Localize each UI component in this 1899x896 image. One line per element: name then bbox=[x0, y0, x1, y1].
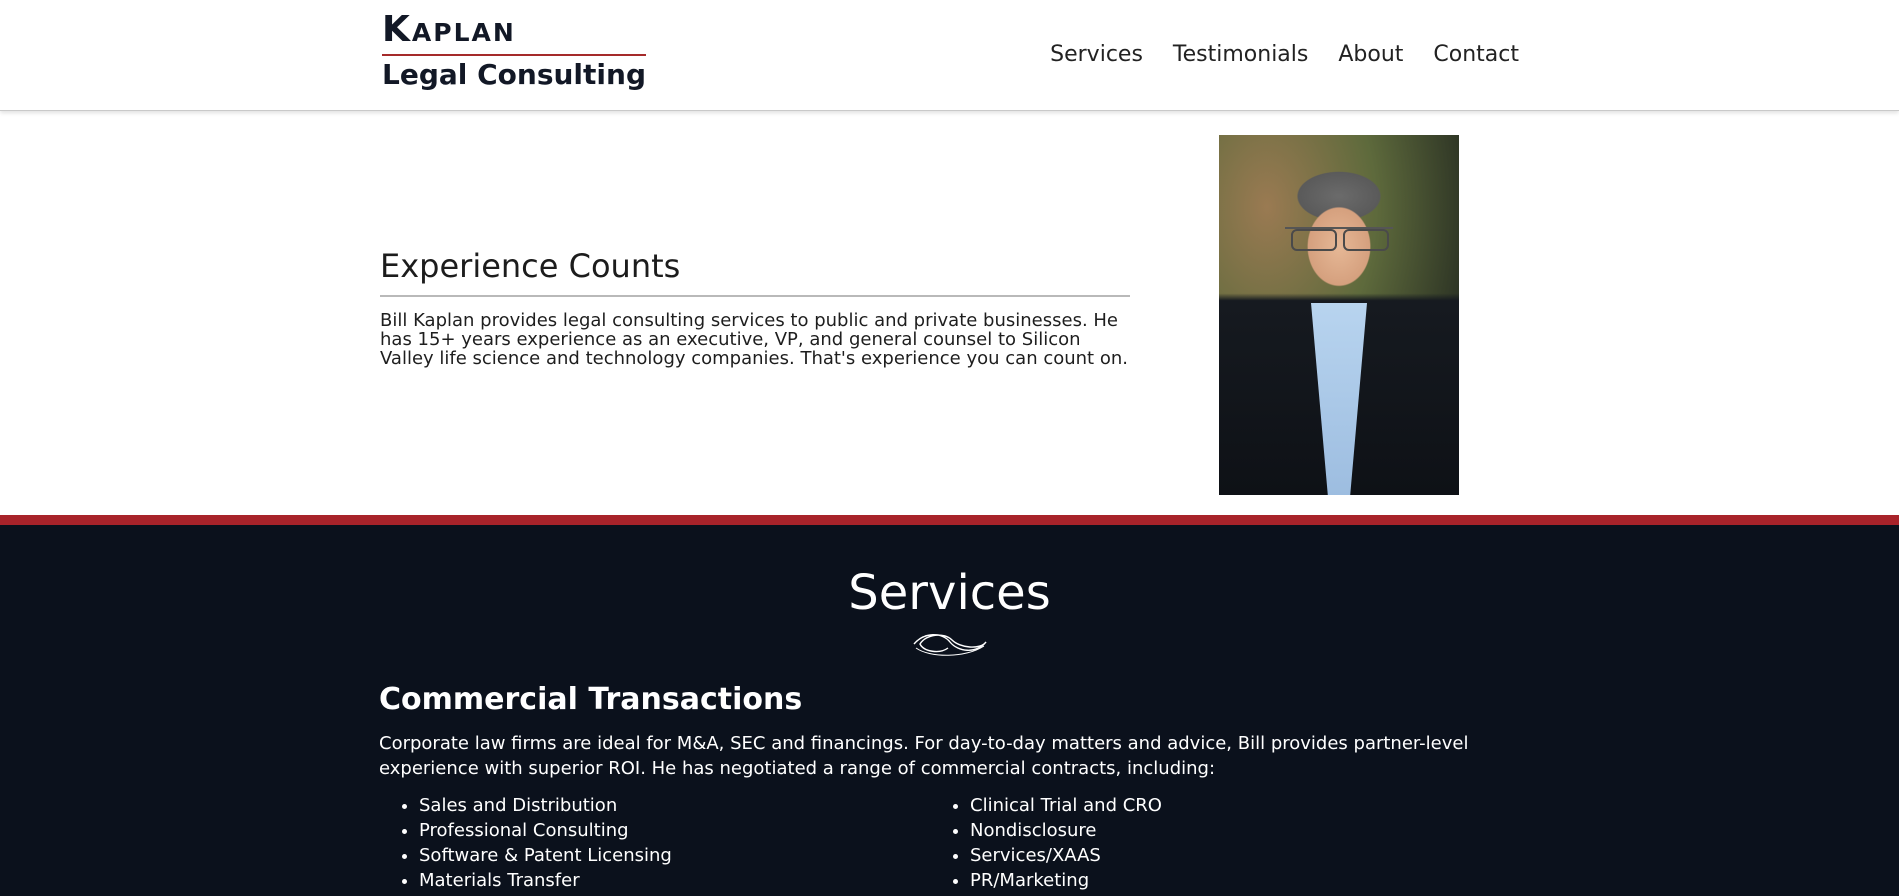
list-item: Clinical Trial and CRO bbox=[970, 793, 1162, 818]
nav-testimonials[interactable]: Testimonials bbox=[1173, 42, 1308, 67]
list-item: Software & Patent Licensing bbox=[419, 843, 672, 868]
portrait-shirt bbox=[1311, 303, 1367, 495]
nav-contact[interactable]: Contact bbox=[1433, 42, 1519, 67]
contracts-list-right: Clinical Trial and CRO Nondisclosure Ser… bbox=[930, 793, 1162, 893]
flourish-icon bbox=[913, 634, 987, 656]
main-nav: Services Testimonials About Contact bbox=[1020, 42, 1519, 67]
list-item: Services/XAAS bbox=[970, 843, 1162, 868]
portrait-photo bbox=[1219, 135, 1459, 495]
services-section: Services Commercial Transactions Corpora… bbox=[0, 525, 1899, 896]
nav-about[interactable]: About bbox=[1338, 42, 1403, 67]
list-item: Professional Consulting bbox=[419, 818, 672, 843]
hero-section: Experience Counts Bill Kaplan provides l… bbox=[0, 111, 1899, 515]
portrait-glasses bbox=[1285, 227, 1393, 251]
services-title: Services bbox=[848, 565, 1051, 621]
list-item: Sales and Distribution bbox=[419, 793, 672, 818]
accent-stripe bbox=[0, 515, 1899, 525]
list-item: Materials Transfer bbox=[419, 868, 672, 893]
contracts-list-left: Sales and Distribution Professional Cons… bbox=[379, 793, 672, 893]
list-item: PR/Marketing bbox=[970, 868, 1162, 893]
commercial-transactions-title: Commercial Transactions bbox=[379, 682, 803, 717]
hero-title: Experience Counts bbox=[380, 247, 1130, 297]
logo-wordmark: Kaplan bbox=[382, 9, 516, 50]
nav-services[interactable]: Services bbox=[1050, 42, 1143, 67]
glasses-lens-left bbox=[1291, 229, 1337, 251]
glasses-lens-right bbox=[1343, 229, 1389, 251]
list-item: Nondisclosure bbox=[970, 818, 1162, 843]
site-logo[interactable]: Kaplan Legal Consulting bbox=[382, 10, 648, 91]
hero-text: Experience Counts Bill Kaplan provides l… bbox=[380, 247, 1130, 368]
logo-divider bbox=[382, 54, 646, 56]
site-header: Kaplan Legal Consulting Services Testimo… bbox=[0, 0, 1899, 111]
hero-body: Bill Kaplan provides legal consulting se… bbox=[380, 310, 1128, 369]
commercial-transactions-body: Corporate law firms are ideal for M&A, S… bbox=[379, 733, 1469, 779]
logo-tagline: Legal Consulting bbox=[382, 58, 646, 91]
